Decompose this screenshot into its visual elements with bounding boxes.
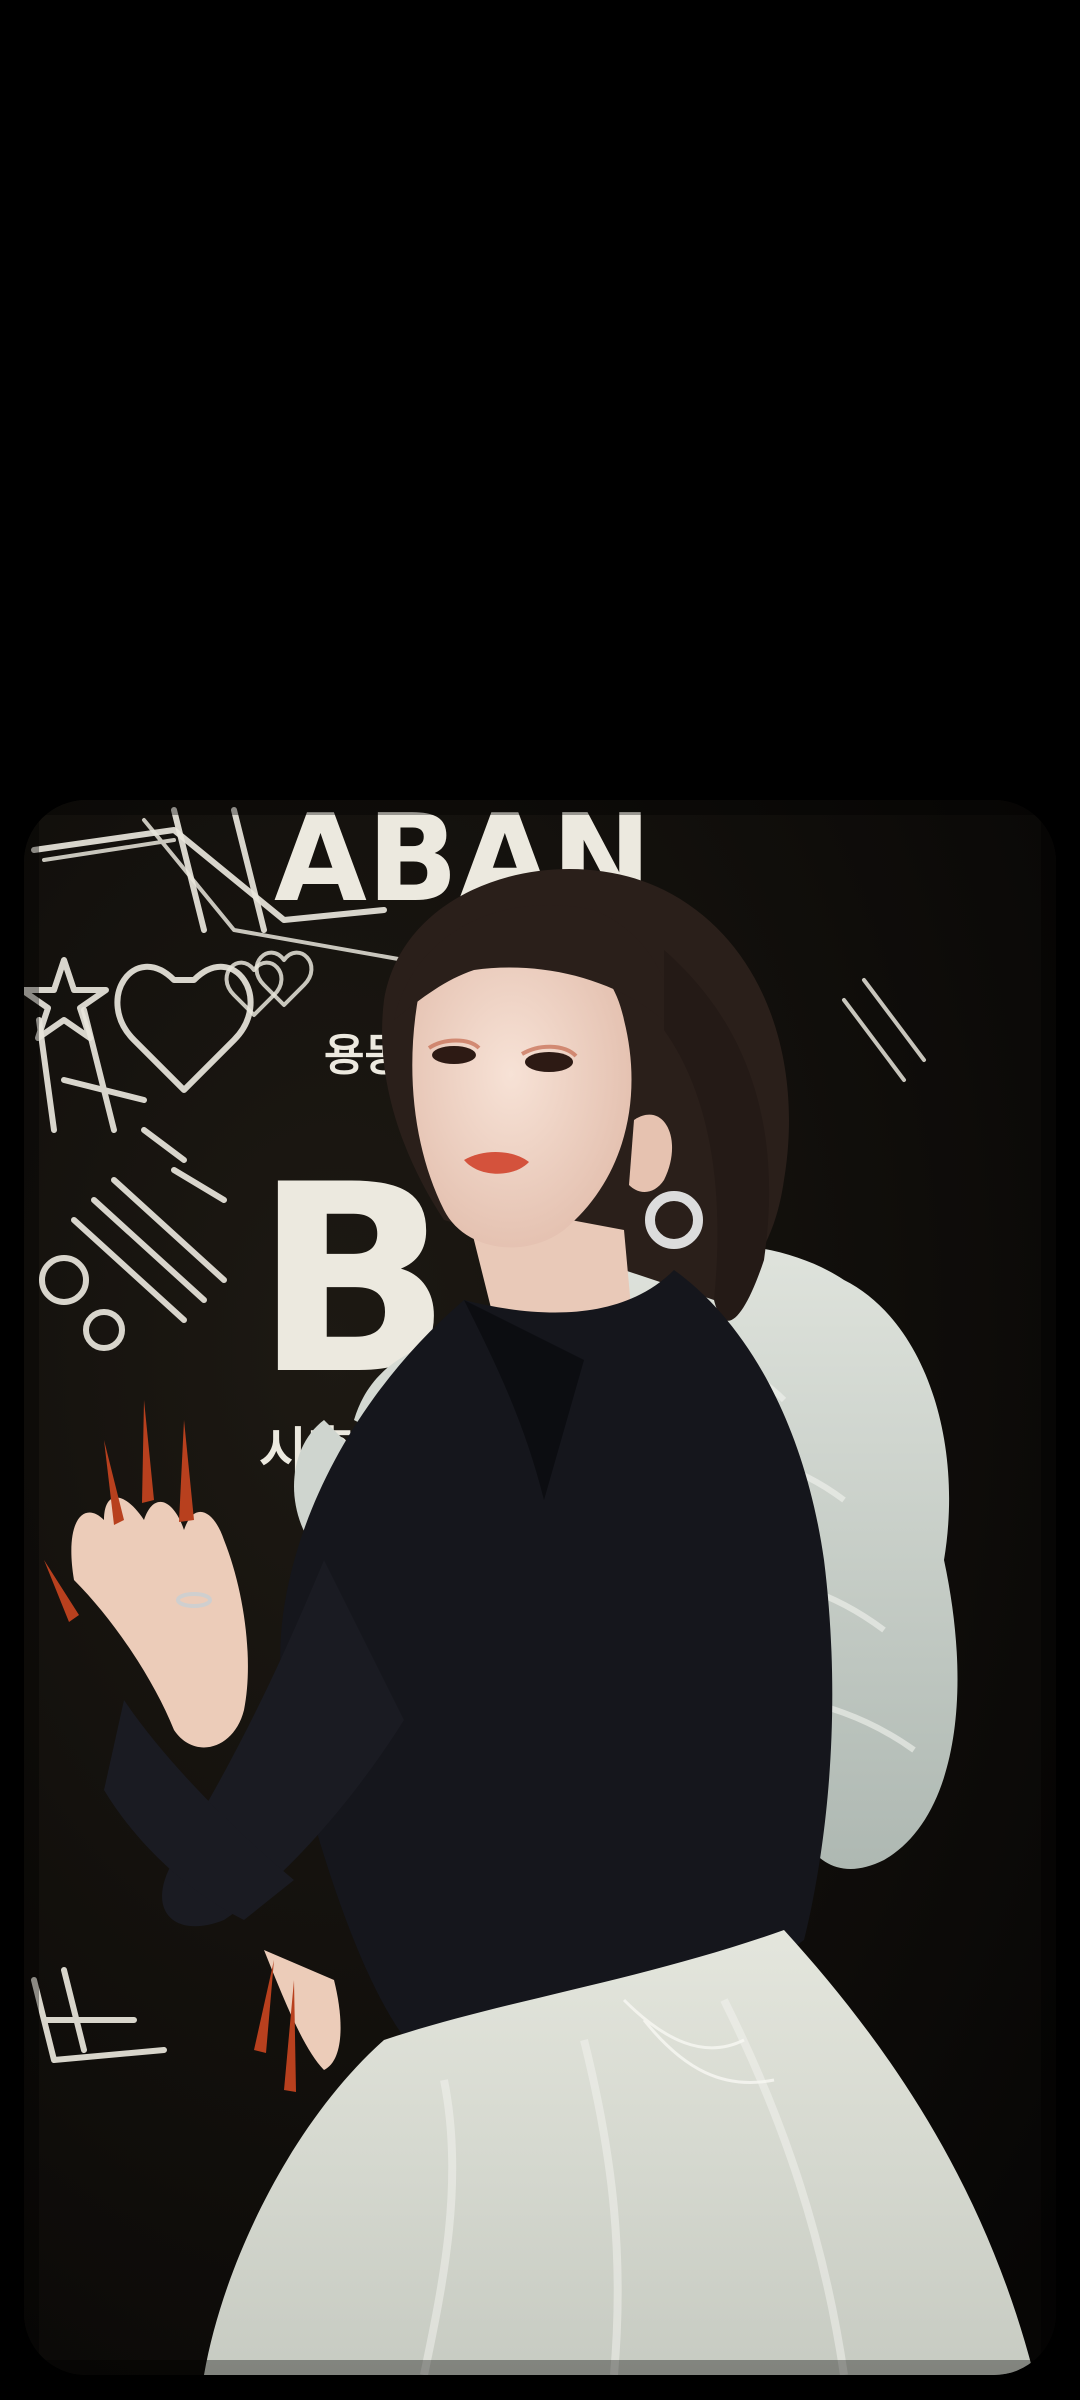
- photo-card[interactable]: ABAN 용동 B 시훈: [24, 800, 1056, 2375]
- screen: ABAN 용동 B 시훈: [0, 0, 1080, 2400]
- left-eye: [432, 1046, 476, 1064]
- right-eye: [525, 1052, 573, 1072]
- photo-image: ABAN 용동 B 시훈: [24, 800, 1056, 2375]
